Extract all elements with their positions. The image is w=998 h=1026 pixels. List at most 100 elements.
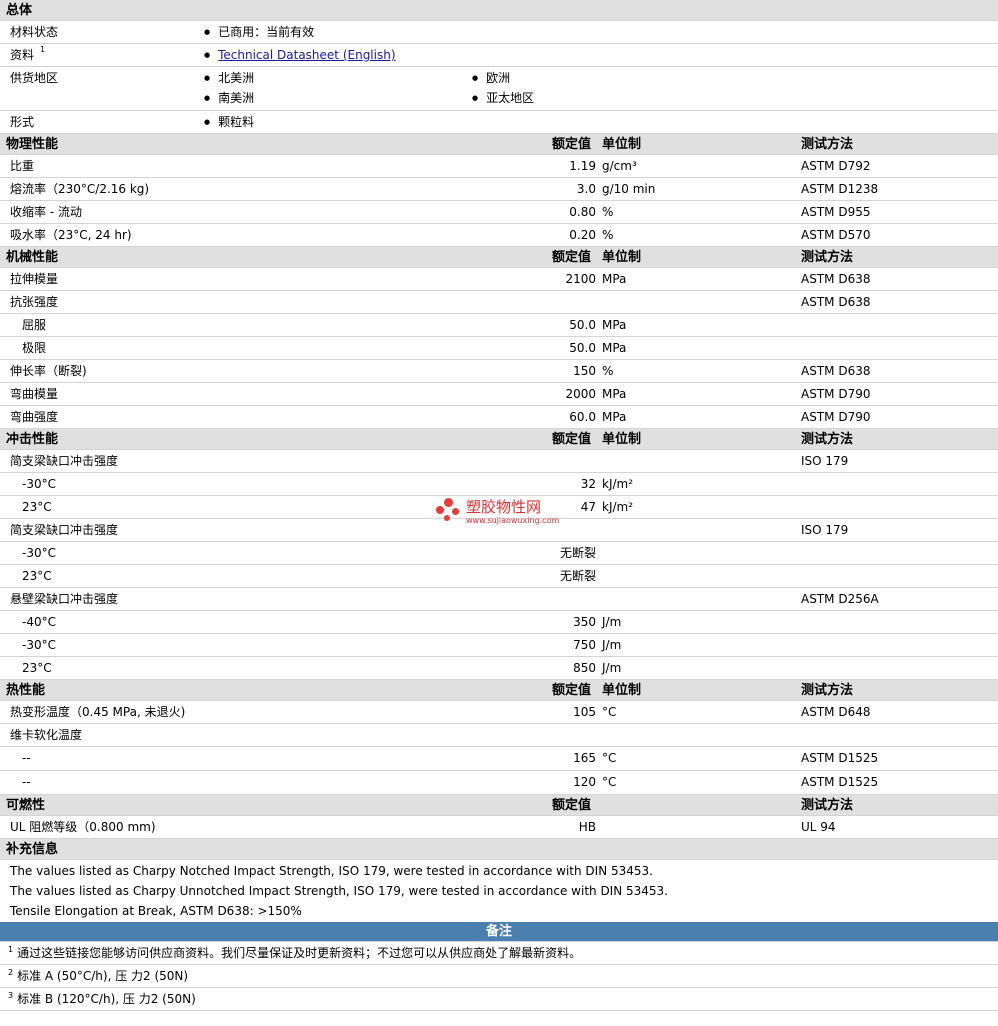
watermark-name: 塑胶物性网 [466, 498, 542, 516]
section-title: 冲击性能 [6, 432, 59, 447]
section-header: 冲击性能 额定值 单位制 测试方法 [0, 429, 998, 450]
col-nominal: 额定值 [552, 683, 592, 698]
test-method: ASTM D792 [801, 159, 871, 173]
property-value: 1.19 [569, 159, 596, 173]
col-nominal: 额定值 [552, 798, 592, 813]
bullet-item: 颗粒料 [204, 111, 254, 135]
bullet-item: 南美洲 [204, 87, 254, 111]
footnote-ref: 3 [8, 991, 14, 1000]
test-method: ASTM D256A [801, 592, 879, 606]
logo-dots-icon [436, 498, 462, 524]
property-label: 极限 [22, 341, 47, 355]
property-value: 750 [573, 638, 596, 652]
property-value: 60.0 [569, 410, 596, 424]
property-label: -30°C [22, 477, 56, 491]
bullet-item: 已商用：当前有效 [204, 21, 314, 45]
property-label: 熔流率（230°C/2.16 kg) [10, 182, 150, 196]
col-unit: 单位制 [602, 137, 642, 152]
property-value: 50.0 [569, 318, 596, 332]
note-row: 1 通过这些链接您能够访问供应商资料。我们尽量保证及时更新资料；不过您可以从供应商… [0, 942, 998, 965]
property-unit: MPa [602, 272, 627, 286]
test-method: ASTM D570 [801, 228, 871, 242]
property-value: 无断裂 [559, 569, 596, 583]
test-method: ASTM D1238 [801, 182, 879, 196]
section-title: 可燃性 [6, 798, 46, 813]
note-row: 3 标准 B (120°C/h), 压 力2 (50N) [0, 988, 998, 1011]
test-method: ASTM D638 [801, 272, 871, 286]
property-label: 热变形温度（0.45 MPa, 未退火) [10, 705, 186, 719]
property-unit: °C [602, 751, 617, 765]
watermark-url: www.sujiaowuxing.com [466, 516, 560, 525]
col-nominal: 额定值 [552, 137, 592, 152]
property-label: 收缩率 - 流动 [10, 205, 82, 219]
col-method: 测试方法 [801, 250, 854, 265]
property-row: 极限 50.0 MPa [0, 337, 998, 360]
col-nominal: 额定值 [552, 250, 592, 265]
property-unit: MPa [602, 410, 627, 424]
property-label: 抗张强度 [10, 295, 59, 309]
datasheet-link[interactable]: Technical Datasheet (English) [218, 48, 395, 62]
property-value: 120 [573, 775, 596, 789]
test-method: ASTM D1525 [801, 775, 879, 789]
property-row: -- 120 °C ASTM D1525 [0, 771, 998, 795]
note-text: 3 标准 B (120°C/h), 压 力2 (50N) [8, 988, 196, 1010]
property-row: 伸长率（断裂) 150% ASTM D638 [0, 360, 998, 383]
general-row: 形式 颗粒料 [0, 111, 998, 134]
property-value: 无断裂 [559, 546, 596, 560]
footnote-ref: 1 [8, 945, 14, 954]
row-label: 形式 [10, 115, 35, 129]
section-title: 补充信息 [6, 842, 59, 857]
property-value: 0.80 [569, 205, 596, 219]
property-unit: kJ/m² [602, 500, 634, 514]
property-value: 165 [573, 751, 596, 765]
supplement-row: Tensile Elongation at Break, ASTM D638: … [0, 900, 998, 920]
property-row: 23°C 850 J/m [0, 657, 998, 680]
section-header-general: 总体 [0, 0, 998, 21]
property-label: 比重 [10, 159, 35, 173]
property-row: 简支梁缺口冲击强度 ISO 179 [0, 450, 998, 473]
property-value: 2000 [565, 387, 596, 401]
property-value: HB [578, 820, 596, 834]
property-value: 150 [573, 364, 596, 378]
property-row: -30°C 750 J/m [0, 634, 998, 657]
property-label: 简支梁缺口冲击强度 [10, 454, 119, 468]
property-unit: °C [602, 705, 617, 719]
property-row: 屈服 50.0 MPa [0, 314, 998, 337]
test-method: ASTM D790 [801, 387, 871, 401]
row-label: 材料状态 [10, 25, 59, 39]
col-unit: 单位制 [602, 250, 642, 265]
col-nominal: 额定值 [552, 432, 592, 447]
property-unit: g/10 min [602, 182, 656, 196]
test-method: ASTM D790 [801, 410, 871, 424]
footnote-ref: 2 [8, 968, 14, 977]
test-method: ASTM D638 [801, 364, 871, 378]
property-row: 比重 1.19 g/cm³ ASTM D792 [0, 155, 998, 178]
property-label: 吸水率（23°C, 24 hr) [10, 228, 132, 242]
datasheet-link-item: Technical Datasheet (English) [204, 44, 395, 68]
property-unit: MPa [602, 318, 627, 332]
property-value: 50.0 [569, 341, 596, 355]
property-label: UL 阻燃等级（0.800 mm) [10, 820, 156, 834]
property-row: 熔流率（230°C/2.16 kg) 3.0 g/10 min ASTM D1238 [0, 178, 998, 201]
supplement-text: The values listed as Charpy Unnotched Im… [10, 884, 668, 898]
property-label: 拉伸模量 [10, 272, 59, 286]
property-unit: °C [602, 775, 617, 789]
property-row: 弯曲强度 60.0 MPa ASTM D790 [0, 406, 998, 429]
property-label: 23°C [22, 500, 52, 514]
section-header: 物理性能 额定值 单位制 测试方法 [0, 134, 998, 155]
property-value: 0.20 [569, 228, 596, 242]
property-unit: J/m [602, 615, 622, 629]
property-unit: MPa [602, 341, 627, 355]
col-method: 测试方法 [801, 137, 854, 152]
bullet-item: 亚太地区 [472, 87, 534, 111]
property-value: 105 [573, 705, 596, 719]
property-row: -30°C 32 kJ/m² [0, 473, 998, 496]
test-method: ASTM D638 [801, 295, 871, 309]
property-label: 23°C [22, 661, 52, 675]
note-text: 2 标准 A (50°C/h), 压 力2 (50N) [8, 965, 188, 987]
property-value: 32 [580, 477, 596, 491]
test-method: ISO 179 [801, 523, 849, 537]
property-row: 热变形温度（0.45 MPa, 未退火) 105 °C ASTM D648 [0, 701, 998, 724]
property-unit: MPa [602, 387, 627, 401]
property-row: 收缩率 - 流动 0.80% ASTM D955 [0, 201, 998, 224]
